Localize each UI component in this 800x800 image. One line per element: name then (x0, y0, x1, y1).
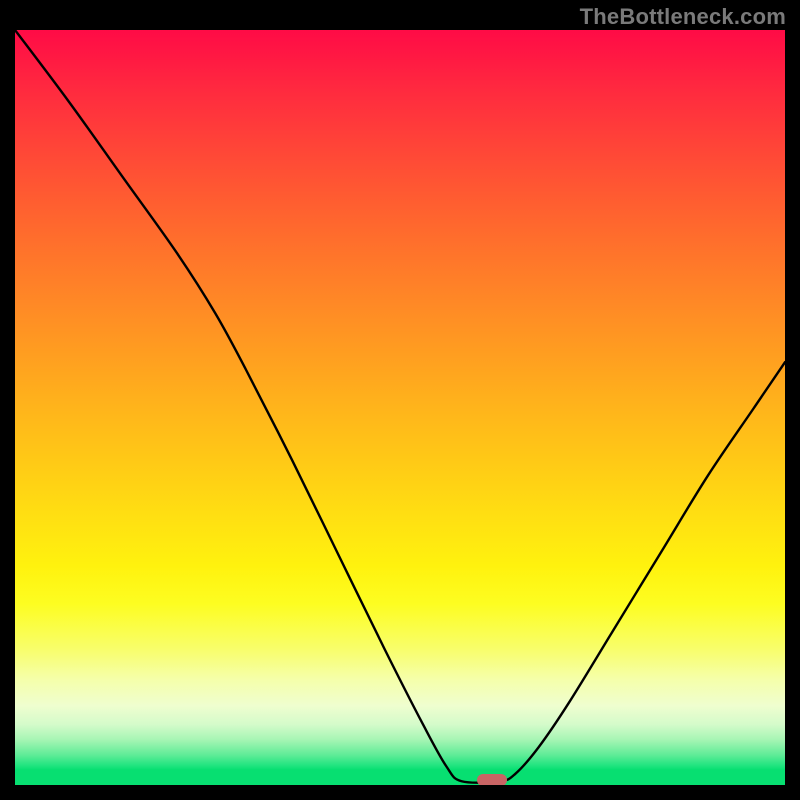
chart-stage: TheBottleneck.com (0, 0, 800, 800)
bottleneck-curve (15, 30, 785, 785)
watermark-text: TheBottleneck.com (580, 4, 786, 30)
optimal-point-marker (477, 774, 507, 785)
plot-area (15, 30, 785, 785)
